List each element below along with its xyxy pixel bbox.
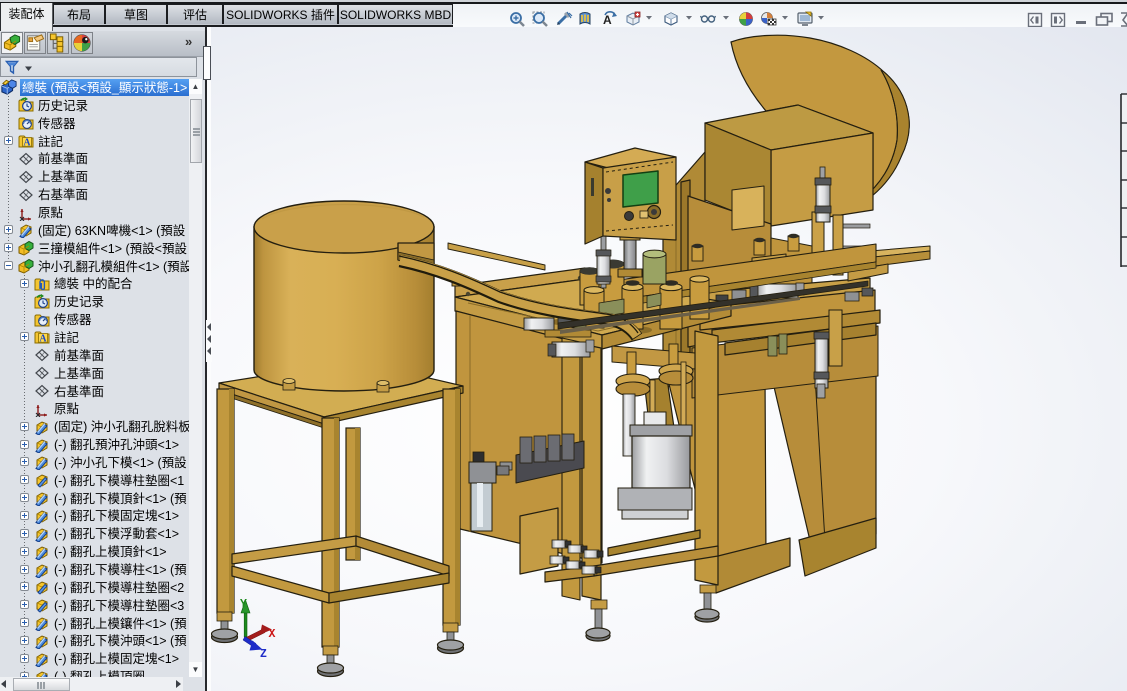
svg-text:Z: Z — [260, 648, 267, 661]
svg-text:A: A — [39, 334, 47, 345]
svg-text:A: A — [23, 137, 31, 148]
svg-text:X: X — [269, 628, 276, 641]
svg-text:Y: Y — [240, 598, 247, 611]
